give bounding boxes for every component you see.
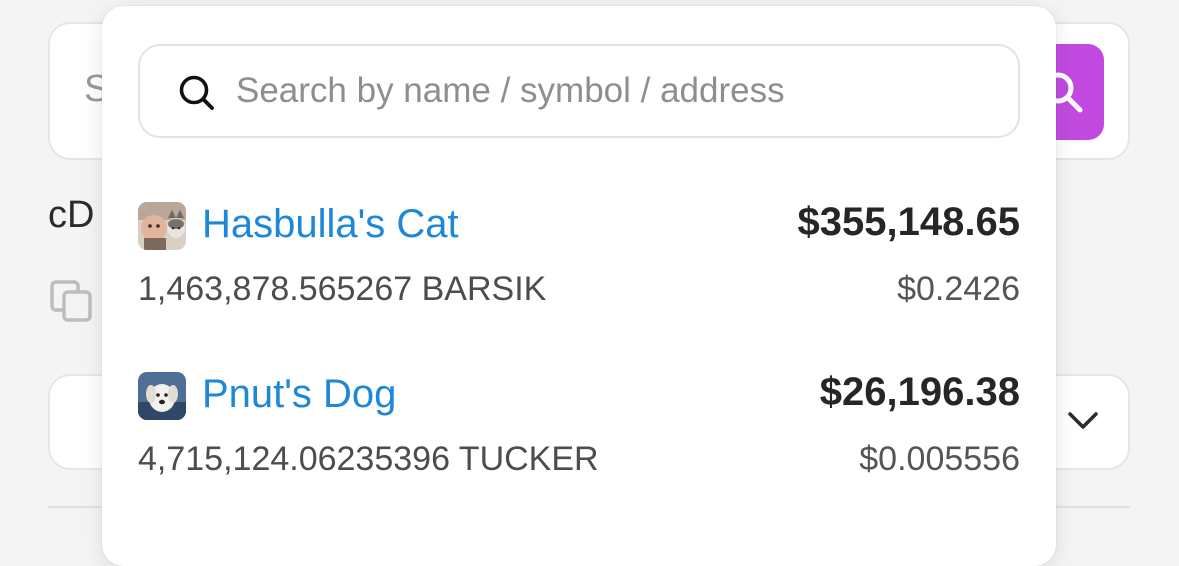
search-icon xyxy=(179,75,214,110)
hasbulla-cat-logo-icon xyxy=(138,202,186,250)
token-list-item[interactable]: Pnut's Dog $26,196.38 4,715,124.06235396… xyxy=(138,366,1020,476)
token-search-input[interactable] xyxy=(236,62,996,120)
token-price: $0.2426 xyxy=(897,270,1020,308)
token-amount: 1,463,878.565267 BARSIK xyxy=(138,270,547,308)
pnut-dog-logo-icon xyxy=(138,372,186,420)
copy-icon[interactable] xyxy=(50,280,94,329)
background-wallet-address: cD xyxy=(48,194,95,236)
chevron-down-icon[interactable] xyxy=(1066,404,1100,443)
token-price: $0.005556 xyxy=(859,440,1020,478)
token-search-dropdown: Hasbulla's Cat $355,148.65 1,463,878.565… xyxy=(102,6,1056,566)
token-value-usd: $355,148.65 xyxy=(797,200,1020,244)
token-name: Pnut's Dog xyxy=(202,372,397,416)
token-amount: 4,715,124.06235396 TUCKER xyxy=(138,440,599,478)
token-name: Hasbulla's Cat xyxy=(202,202,459,246)
token-search-box[interactable] xyxy=(138,44,1020,138)
token-value-usd: $26,196.38 xyxy=(819,370,1020,414)
token-list-item[interactable]: Hasbulla's Cat $355,148.65 1,463,878.565… xyxy=(138,196,1020,306)
